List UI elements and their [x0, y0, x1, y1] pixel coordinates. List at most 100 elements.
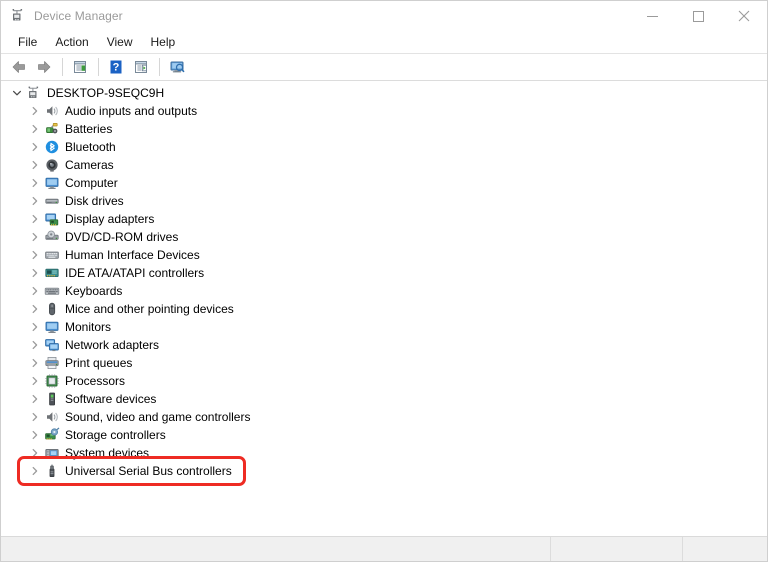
keyboard-icon	[44, 283, 60, 299]
minimize-icon	[646, 15, 658, 17]
tree-item-sound-video-and-game-controllers[interactable]: Sound, video and game controllers	[1, 408, 767, 426]
tree-root-node[interactable]: DESKTOP-9SEQC9H	[1, 84, 767, 102]
camera-icon	[44, 157, 60, 173]
expander-disk-drives[interactable]	[27, 193, 43, 209]
help-button[interactable]: ?	[104, 55, 128, 79]
tree-item-print-queues[interactable]: Print queues	[1, 354, 767, 372]
tree-item-display-adapters[interactable]: Display adapters	[1, 210, 767, 228]
tree-item-disk-drives[interactable]: Disk drives	[1, 192, 767, 210]
forward-arrow-icon	[38, 61, 51, 73]
tree-item-monitors[interactable]: Monitors	[1, 318, 767, 336]
expander-bluetooth[interactable]	[27, 139, 43, 155]
expander-processors[interactable]	[27, 373, 43, 389]
close-button[interactable]	[721, 1, 767, 31]
expander-mice-and-other-pointing-devices[interactable]	[27, 301, 43, 317]
expander-monitors[interactable]	[27, 319, 43, 335]
menu-view[interactable]: View	[98, 33, 142, 52]
tree-item-label: Cameras	[65, 158, 114, 172]
expander-batteries[interactable]	[27, 121, 43, 137]
speaker-icon	[44, 409, 60, 425]
expander-computer[interactable]	[27, 175, 43, 191]
tree-item-network-adapters[interactable]: Network adapters	[1, 336, 767, 354]
expander-universal-serial-bus-controllers[interactable]	[27, 463, 43, 479]
expander-system-devices[interactable]	[27, 445, 43, 461]
tree-item-batteries[interactable]: Batteries	[1, 120, 767, 138]
tree-item-label: Batteries	[65, 122, 113, 136]
status-pane-1	[1, 537, 550, 561]
chevron-right-icon	[32, 286, 38, 296]
display-adapter-icon	[44, 211, 60, 227]
tree-item-ide-ata-atapi-controllers[interactable]: IDE ATA/ATAPI controllers	[1, 264, 767, 282]
tree-item-software-devices[interactable]: Software devices	[1, 390, 767, 408]
expander-storage-controllers[interactable]	[27, 427, 43, 443]
expander-sound-video-and-game-controllers[interactable]	[27, 409, 43, 425]
tree-item-computer[interactable]: Computer	[1, 174, 767, 192]
properties-button[interactable]	[68, 55, 92, 79]
battery-icon	[46, 123, 58, 134]
tree-item-cameras[interactable]: Cameras	[1, 156, 767, 174]
printer-icon	[44, 355, 60, 371]
forward-button[interactable]	[32, 55, 56, 79]
expander-human-interface-devices[interactable]	[27, 247, 43, 263]
menu-action[interactable]: Action	[46, 33, 97, 52]
battery-icon	[44, 121, 60, 137]
chevron-right-icon	[32, 448, 38, 458]
update-driver-button[interactable]	[129, 55, 153, 79]
tree-item-bluetooth[interactable]: Bluetooth	[1, 138, 767, 156]
camera-icon	[46, 159, 58, 172]
scan-hardware-button[interactable]	[165, 55, 189, 79]
tree-item-universal-serial-bus-controllers[interactable]: Universal Serial Bus controllers	[1, 462, 767, 480]
status-bar	[1, 536, 767, 561]
tree-item-label: Human Interface Devices	[65, 248, 200, 262]
mouse-icon	[44, 301, 60, 317]
printer-icon	[45, 357, 59, 369]
expander-dvd-cd-rom-drives[interactable]	[27, 229, 43, 245]
expander-audio-inputs-and-outputs[interactable]	[27, 103, 43, 119]
menu-bar: File Action View Help	[1, 31, 767, 53]
tree-item-human-interface-devices[interactable]: Human Interface Devices	[1, 246, 767, 264]
tree-item-label: System devices	[65, 446, 150, 460]
tree-item-processors[interactable]: Processors	[1, 372, 767, 390]
system-device-icon	[45, 449, 59, 458]
tree-item-mice-and-other-pointing-devices[interactable]: Mice and other pointing devices	[1, 300, 767, 318]
status-pane-2	[550, 537, 682, 561]
expander-software-devices[interactable]	[27, 391, 43, 407]
root-expander[interactable]	[9, 85, 25, 101]
menu-help[interactable]: Help	[142, 33, 185, 52]
computer-root-icon	[26, 85, 42, 101]
dvd-drive-icon	[44, 229, 60, 245]
chevron-right-icon	[32, 160, 38, 170]
chevron-right-icon	[32, 250, 38, 260]
device-tree-panel[interactable]: DESKTOP-9SEQC9H Audio inputs and outputs B…	[1, 81, 767, 536]
maximize-button[interactable]	[675, 1, 721, 31]
expander-print-queues[interactable]	[27, 355, 43, 371]
close-icon	[738, 10, 750, 22]
bluetooth-icon	[45, 140, 59, 154]
chevron-right-icon	[32, 304, 38, 314]
window-controls	[629, 1, 767, 31]
system-device-icon	[44, 445, 60, 461]
tree-item-system-devices[interactable]: System devices	[1, 444, 767, 462]
back-button[interactable]	[7, 55, 31, 79]
expander-display-adapters[interactable]	[27, 211, 43, 227]
minimize-button[interactable]	[629, 1, 675, 31]
tree-item-dvd-cd-rom-drives[interactable]: DVD/CD-ROM drives	[1, 228, 767, 246]
expander-cameras[interactable]	[27, 157, 43, 173]
properties-icon	[74, 61, 86, 73]
tree-item-audio-inputs-and-outputs[interactable]: Audio inputs and outputs	[1, 102, 767, 120]
chevron-right-icon	[32, 322, 38, 332]
chevron-right-icon	[32, 196, 38, 206]
chevron-right-icon	[32, 430, 38, 440]
mouse-icon	[49, 302, 56, 316]
tree-item-keyboards[interactable]: Keyboards	[1, 282, 767, 300]
expander-network-adapters[interactable]	[27, 337, 43, 353]
tree-item-storage-controllers[interactable]: Storage controllers	[1, 426, 767, 444]
expander-keyboards[interactable]	[27, 283, 43, 299]
tree-item-label: Disk drives	[65, 194, 124, 208]
device-manager-icon	[10, 8, 26, 24]
expander-ide-ata-atapi-controllers[interactable]	[27, 265, 43, 281]
processor-icon	[44, 373, 60, 389]
ide-controller-icon	[44, 265, 60, 281]
menu-file[interactable]: File	[9, 33, 46, 52]
back-arrow-icon	[12, 61, 25, 73]
